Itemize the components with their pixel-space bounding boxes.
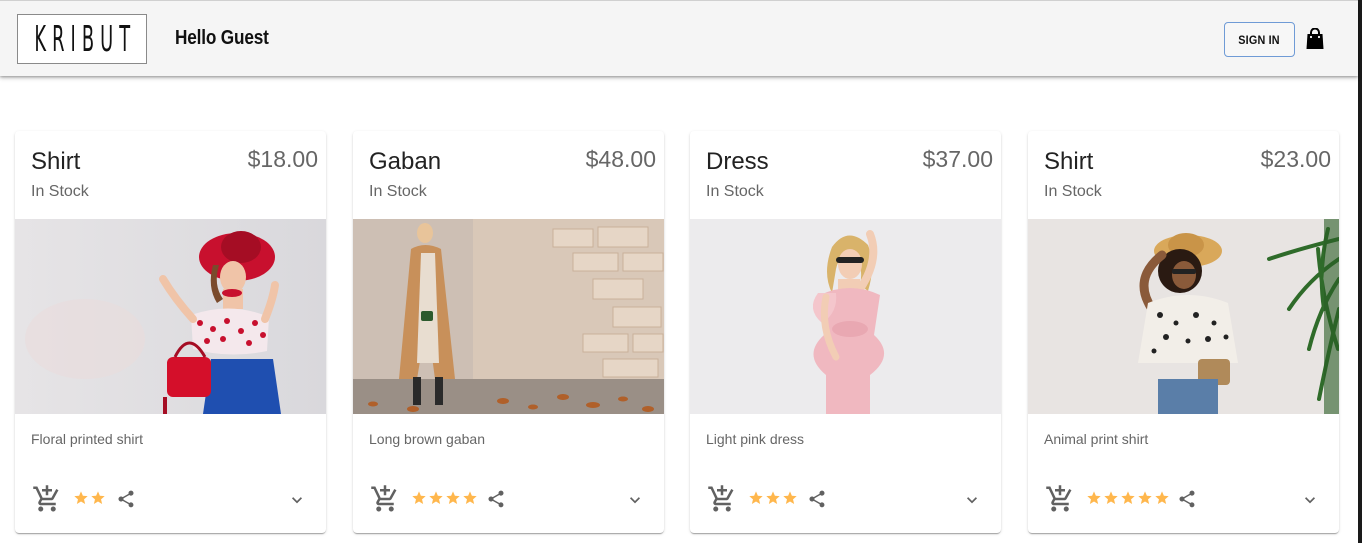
product-price: $23.00 bbox=[1260, 146, 1331, 172]
app-bar: KRIBUT Hello Guest SIGN IN bbox=[0, 0, 1358, 76]
product-description: Animal print shirt bbox=[1044, 431, 1149, 447]
share-icon[interactable] bbox=[1177, 489, 1197, 509]
star-icon bbox=[1087, 491, 1101, 504]
product-title: Shirt bbox=[31, 148, 81, 175]
star-icon bbox=[1138, 491, 1152, 504]
logo[interactable]: KRIBUT bbox=[17, 14, 147, 64]
stock-status: In Stock bbox=[706, 183, 764, 200]
greeting-text: Hello Guest bbox=[175, 27, 269, 49]
star-icon bbox=[91, 491, 105, 504]
product-description: Long brown gaban bbox=[369, 431, 485, 447]
product-price: $37.00 bbox=[922, 146, 993, 172]
star-rating[interactable] bbox=[411, 490, 478, 508]
product-price: $48.00 bbox=[585, 146, 656, 172]
star-icon bbox=[446, 491, 460, 504]
product-card[interactable]: Dress In Stock $37.00 Light pink dress bbox=[690, 131, 1001, 533]
star-icon bbox=[1121, 491, 1135, 504]
chevron-down-icon[interactable] bbox=[287, 490, 307, 510]
product-card[interactable]: Shirt In Stock $18.00 Floral printed shi… bbox=[15, 131, 326, 533]
add-shopping-cart-icon[interactable] bbox=[1045, 483, 1075, 515]
product-title: Gaban bbox=[369, 148, 442, 175]
product-image[interactable] bbox=[1028, 219, 1339, 414]
product-card[interactable]: Shirt In Stock $23.00 Animal print shirt bbox=[1028, 131, 1339, 533]
star-icon bbox=[463, 491, 477, 504]
product-price: $18.00 bbox=[247, 146, 318, 172]
sign-in-button[interactable]: SIGN IN bbox=[1224, 22, 1295, 57]
product-image[interactable] bbox=[15, 219, 326, 414]
star-icon bbox=[766, 491, 780, 504]
product-title: Shirt bbox=[1044, 148, 1094, 175]
star-icon bbox=[429, 491, 443, 504]
product-title: Dress bbox=[706, 148, 769, 175]
add-shopping-cart-icon[interactable] bbox=[370, 483, 400, 515]
product-image[interactable] bbox=[353, 219, 664, 414]
stock-status: In Stock bbox=[369, 183, 427, 200]
product-image[interactable] bbox=[690, 219, 1001, 414]
chevron-down-icon[interactable] bbox=[625, 490, 645, 510]
share-icon[interactable] bbox=[116, 489, 136, 509]
chevron-down-icon[interactable] bbox=[962, 490, 982, 510]
star-icon bbox=[783, 491, 797, 504]
star-icon bbox=[1155, 491, 1169, 504]
star-rating[interactable] bbox=[748, 490, 798, 508]
product-card[interactable]: Gaban In Stock $48.00 Long brown gaban bbox=[353, 131, 664, 533]
product-description: Floral printed shirt bbox=[31, 431, 144, 447]
card-actions bbox=[690, 481, 1001, 517]
star-icon bbox=[749, 491, 763, 504]
add-shopping-cart-icon[interactable] bbox=[707, 483, 737, 515]
add-shopping-cart-icon[interactable] bbox=[32, 483, 62, 515]
share-icon[interactable] bbox=[807, 489, 827, 509]
shopping-bag-icon[interactable] bbox=[1306, 28, 1324, 50]
share-icon[interactable] bbox=[486, 489, 506, 509]
star-icon bbox=[1104, 491, 1118, 504]
window-edge bbox=[1358, 0, 1362, 543]
star-icon bbox=[74, 491, 88, 504]
logo-text: KRIBUT bbox=[33, 18, 136, 60]
star-icon bbox=[412, 491, 426, 504]
card-actions bbox=[1028, 481, 1339, 517]
stock-status: In Stock bbox=[31, 183, 89, 200]
chevron-down-icon[interactable] bbox=[1300, 490, 1320, 510]
product-description: Light pink dress bbox=[706, 431, 805, 447]
star-rating[interactable] bbox=[1086, 490, 1170, 508]
stock-status: In Stock bbox=[1044, 183, 1102, 200]
card-actions bbox=[353, 481, 664, 517]
star-rating[interactable] bbox=[73, 490, 106, 508]
card-actions bbox=[15, 481, 326, 517]
sign-in-label: SIGN IN bbox=[1238, 32, 1281, 47]
